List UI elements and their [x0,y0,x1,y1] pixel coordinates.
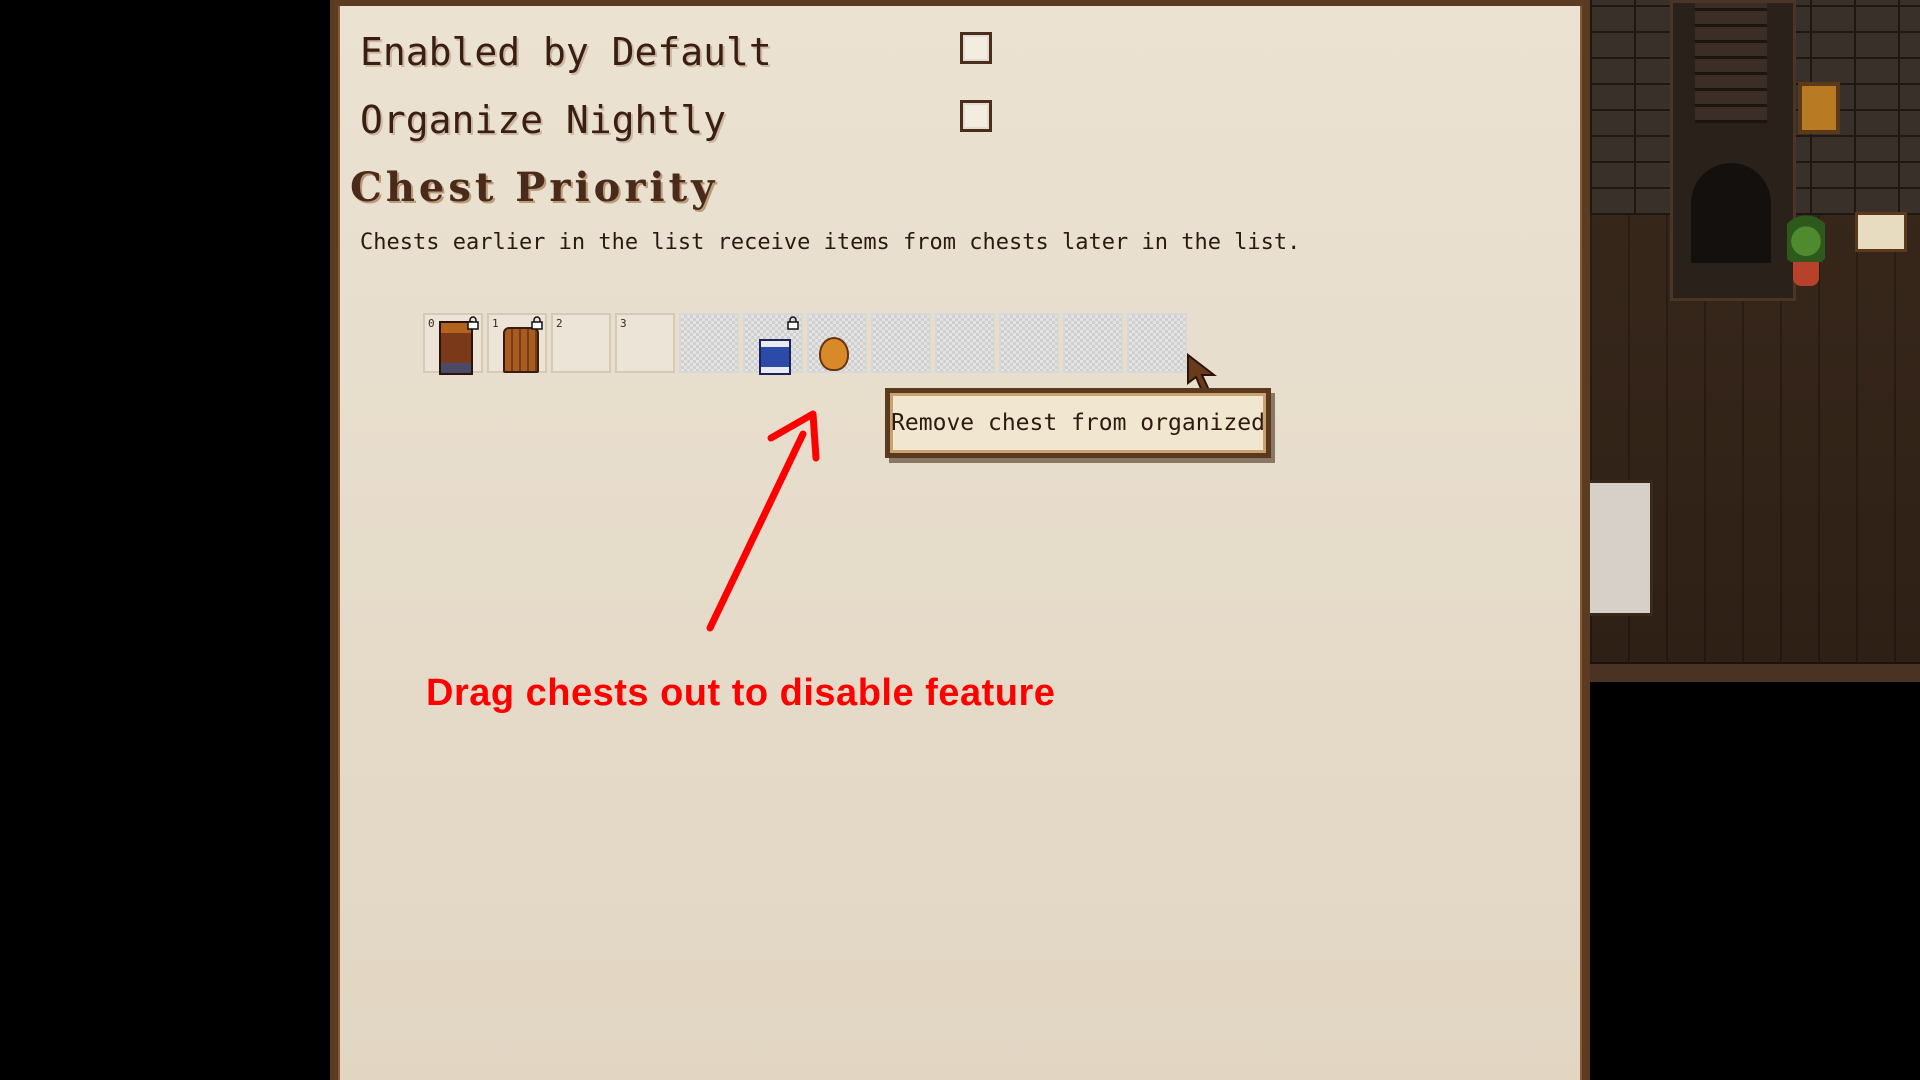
option-label-enabled-by-default: Enabled by Default [360,30,772,74]
chest-slot-1[interactable]: 1 [487,313,547,373]
potted-plant [1785,210,1827,290]
chest-slot-2[interactable]: 2 [551,313,611,373]
open-book [1855,212,1907,252]
slot-number: 0 [428,317,435,330]
lock-icon [467,316,479,330]
fireplace [1670,0,1796,301]
annotation-text: Drag chests out to disable feature [426,672,1056,714]
slot-number: 3 [620,317,627,330]
wooden-chest-icon[interactable] [503,327,539,373]
blue-chest-icon[interactable] [759,339,791,375]
plant-leaves [1787,210,1825,262]
tooltip: Remove chest from organized [885,388,1271,458]
slot-number: 2 [556,317,563,330]
slot-number: 1 [492,317,499,330]
game-screen: Enabled by Default Organize Nightly Ches… [0,0,1920,1080]
bed [1590,480,1653,616]
option-label-organize-nightly: Organize Nightly [360,98,727,142]
hearth [1691,163,1771,263]
lock-icon [787,316,799,330]
lock-icon [531,316,543,330]
floor-edge [1590,662,1920,682]
config-menu-panel: Enabled by Default Organize Nightly Ches… [330,0,1590,1080]
chest-slot-4[interactable] [679,313,739,373]
chest-slot-0[interactable]: 0 [423,313,483,375]
chest-slot-9[interactable] [999,313,1059,373]
chimney [1695,3,1767,123]
chest-slot-6[interactable] [807,313,867,373]
chest-slot-11[interactable] [1127,313,1187,373]
chest-slot-5[interactable] [743,313,803,375]
chest-priority-list: 0 1 2 3 [423,313,1187,375]
game-world-background [1590,0,1920,682]
acorn-chest-icon[interactable] [819,337,849,371]
chest-slot-10[interactable] [1063,313,1123,373]
chest-slot-8[interactable] [935,313,995,373]
section-title: Chest Priority [350,164,719,211]
organize-nightly-checkbox[interactable] [960,100,992,132]
wall-picture [1798,82,1840,134]
section-description: Chests earlier in the list receive items… [360,230,1301,255]
chest-slot-7[interactable] [871,313,931,373]
chest-slot-3[interactable]: 3 [615,313,675,373]
enabled-by-default-checkbox[interactable] [960,32,992,64]
tooltip-text: Remove chest from organized [891,410,1265,436]
plant-pot [1793,262,1819,286]
